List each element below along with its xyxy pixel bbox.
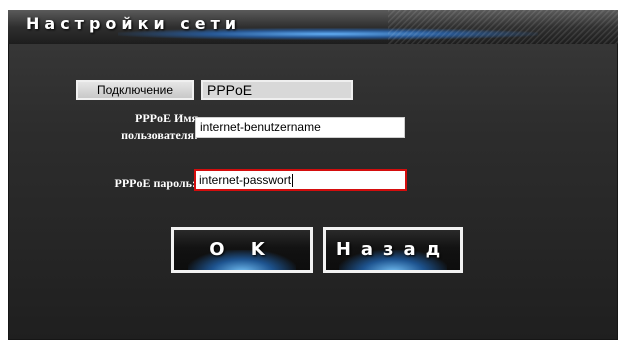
connection-type-select[interactable]: PPPoE xyxy=(201,80,353,100)
password-input-value: internet-passwort xyxy=(199,173,292,187)
password-input[interactable]: internet-passwort xyxy=(194,169,407,191)
ok-button-label: O K xyxy=(209,239,275,260)
back-button-label: Назад xyxy=(335,239,451,260)
username-input[interactable]: internet-benutzername xyxy=(195,117,405,138)
header-stripe-pattern xyxy=(388,10,618,44)
ok-button[interactable]: O K xyxy=(171,227,313,273)
back-button[interactable]: Назад xyxy=(323,227,463,273)
connection-type-label: Подключение xyxy=(76,80,194,100)
password-label: PPPoE пароль: xyxy=(114,176,197,190)
page-title: Настройки сети xyxy=(26,14,242,33)
username-label: PPPoE Имя пользователя: xyxy=(121,111,198,142)
network-settings-dialog: Настройки сети Подключение PPPoE PPPoE И… xyxy=(8,10,618,340)
dialog-header: Настройки сети xyxy=(8,10,618,44)
text-cursor xyxy=(292,174,294,188)
